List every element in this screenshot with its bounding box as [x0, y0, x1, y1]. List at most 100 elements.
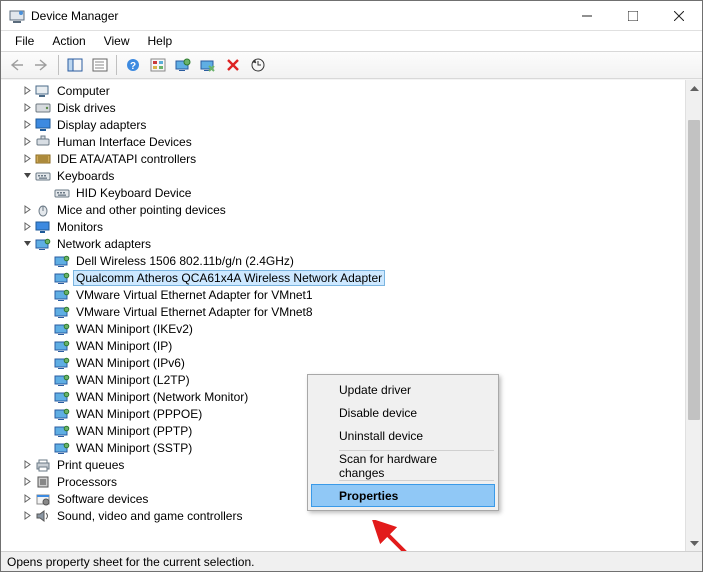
tree-item-label: WAN Miniport (Network Monitor)	[73, 389, 251, 405]
net-icon	[35, 236, 51, 252]
tree-item-label: Sound, video and game controllers	[54, 508, 245, 524]
status-text: Opens property sheet for the current sel…	[7, 555, 254, 569]
window-buttons	[564, 1, 702, 30]
help-button[interactable]: ?	[121, 54, 145, 76]
tree-item[interactable]: Disk drives	[1, 99, 685, 116]
context-menu-item[interactable]: Disable device	[311, 401, 495, 424]
net-icon	[54, 287, 70, 303]
context-menu-item[interactable]: Uninstall device	[311, 424, 495, 447]
vertical-scrollbar[interactable]	[685, 80, 702, 551]
tree-item[interactable]: Monitors	[1, 218, 685, 235]
update-driver-button[interactable]	[171, 54, 195, 76]
printer-icon	[35, 457, 51, 473]
toolbar-separator	[58, 55, 59, 75]
scroll-thumb[interactable]	[688, 120, 700, 420]
tree-item[interactable]: WAN Miniport (IKEv2)	[1, 320, 685, 337]
tree-item-label: Qualcomm Atheros QCA61x4A Wireless Netwo…	[73, 270, 385, 286]
tree-item-label: Display adapters	[54, 117, 149, 133]
toolbar-separator	[116, 55, 117, 75]
software-icon	[35, 491, 51, 507]
tree-item[interactable]: Keyboards	[1, 167, 685, 184]
tree-item-label: HID Keyboard Device	[73, 185, 194, 201]
tree-item-label: Dell Wireless 1506 802.11b/g/n (2.4GHz)	[73, 253, 297, 269]
action-button[interactable]	[146, 54, 170, 76]
context-menu: Update driverDisable deviceUninstall dev…	[307, 374, 499, 511]
menu-view[interactable]: View	[96, 32, 138, 50]
hid-icon	[35, 134, 51, 150]
tree-item[interactable]: Network adapters	[1, 235, 685, 252]
expand-icon[interactable]	[20, 475, 34, 489]
menu-action[interactable]: Action	[44, 32, 93, 50]
expand-icon[interactable]	[20, 509, 34, 523]
menu-file[interactable]: File	[7, 32, 42, 50]
tree-item-label: Print queues	[54, 457, 127, 473]
mouse-icon	[35, 202, 51, 218]
collapse-icon[interactable]	[20, 237, 34, 251]
net-icon	[54, 440, 70, 456]
net-icon	[54, 406, 70, 422]
expand-icon[interactable]	[20, 135, 34, 149]
window-title: Device Manager	[31, 9, 564, 23]
tree-item[interactable]: WAN Miniport (IP)	[1, 337, 685, 354]
forward-button	[30, 54, 54, 76]
disable-device-button[interactable]	[196, 54, 220, 76]
tree-item[interactable]: VMware Virtual Ethernet Adapter for VMne…	[1, 303, 685, 320]
context-menu-item[interactable]: Scan for hardware changes	[311, 454, 495, 477]
expand-icon[interactable]	[20, 101, 34, 115]
expand-icon[interactable]	[20, 84, 34, 98]
tree-item-label: Software devices	[54, 491, 151, 507]
svg-text:?: ?	[130, 61, 136, 72]
scan-hardware-button[interactable]	[246, 54, 270, 76]
tree-item[interactable]: VMware Virtual Ethernet Adapter for VMne…	[1, 286, 685, 303]
sound-icon	[35, 508, 51, 524]
tree-item[interactable]: WAN Miniport (IPv6)	[1, 354, 685, 371]
tree-item-label: WAN Miniport (L2TP)	[73, 372, 193, 388]
tree-item[interactable]: Computer	[1, 82, 685, 99]
tree-item-label: Monitors	[54, 219, 106, 235]
tree-item-label: Computer	[54, 83, 113, 99]
tree-item[interactable]: Display adapters	[1, 116, 685, 133]
display-icon	[35, 117, 51, 133]
tree-item-label: IDE ATA/ATAPI controllers	[54, 151, 199, 167]
menubar: File Action View Help	[1, 31, 702, 51]
ide-icon	[35, 151, 51, 167]
toolbar: ?	[1, 51, 702, 79]
scroll-down-button[interactable]	[686, 534, 702, 551]
collapse-icon[interactable]	[20, 169, 34, 183]
net-icon	[54, 389, 70, 405]
tree-item-label: WAN Miniport (IP)	[73, 338, 175, 354]
tree-item-label: Mice and other pointing devices	[54, 202, 229, 218]
tree-item-label: Human Interface Devices	[54, 134, 195, 150]
tree-item[interactable]: Mice and other pointing devices	[1, 201, 685, 218]
expand-icon[interactable]	[20, 203, 34, 217]
expand-icon[interactable]	[20, 458, 34, 472]
scroll-up-button[interactable]	[686, 80, 702, 97]
computer-icon	[35, 83, 51, 99]
tree-item[interactable]: Dell Wireless 1506 802.11b/g/n (2.4GHz)	[1, 252, 685, 269]
uninstall-device-button[interactable]	[221, 54, 245, 76]
expand-icon[interactable]	[20, 118, 34, 132]
close-button[interactable]	[656, 1, 702, 30]
net-icon	[54, 321, 70, 337]
tree-item-label: VMware Virtual Ethernet Adapter for VMne…	[73, 304, 316, 320]
expand-icon[interactable]	[20, 152, 34, 166]
net-icon	[54, 253, 70, 269]
app-icon	[9, 8, 25, 24]
tree-item[interactable]: IDE ATA/ATAPI controllers	[1, 150, 685, 167]
net-icon	[54, 423, 70, 439]
net-icon	[54, 338, 70, 354]
tree-item[interactable]: HID Keyboard Device	[1, 184, 685, 201]
titlebar: Device Manager	[1, 1, 702, 31]
menu-help[interactable]: Help	[140, 32, 181, 50]
properties-button[interactable]	[88, 54, 112, 76]
context-menu-item[interactable]: Properties	[311, 484, 495, 507]
maximize-button[interactable]	[610, 1, 656, 30]
expand-icon[interactable]	[20, 220, 34, 234]
tree-item[interactable]: Human Interface Devices	[1, 133, 685, 150]
context-menu-item[interactable]: Update driver	[311, 378, 495, 401]
expand-icon[interactable]	[20, 492, 34, 506]
cpu-icon	[35, 474, 51, 490]
tree-item[interactable]: Qualcomm Atheros QCA61x4A Wireless Netwo…	[1, 269, 685, 286]
minimize-button[interactable]	[564, 1, 610, 30]
show-hide-console-tree-button[interactable]	[63, 54, 87, 76]
